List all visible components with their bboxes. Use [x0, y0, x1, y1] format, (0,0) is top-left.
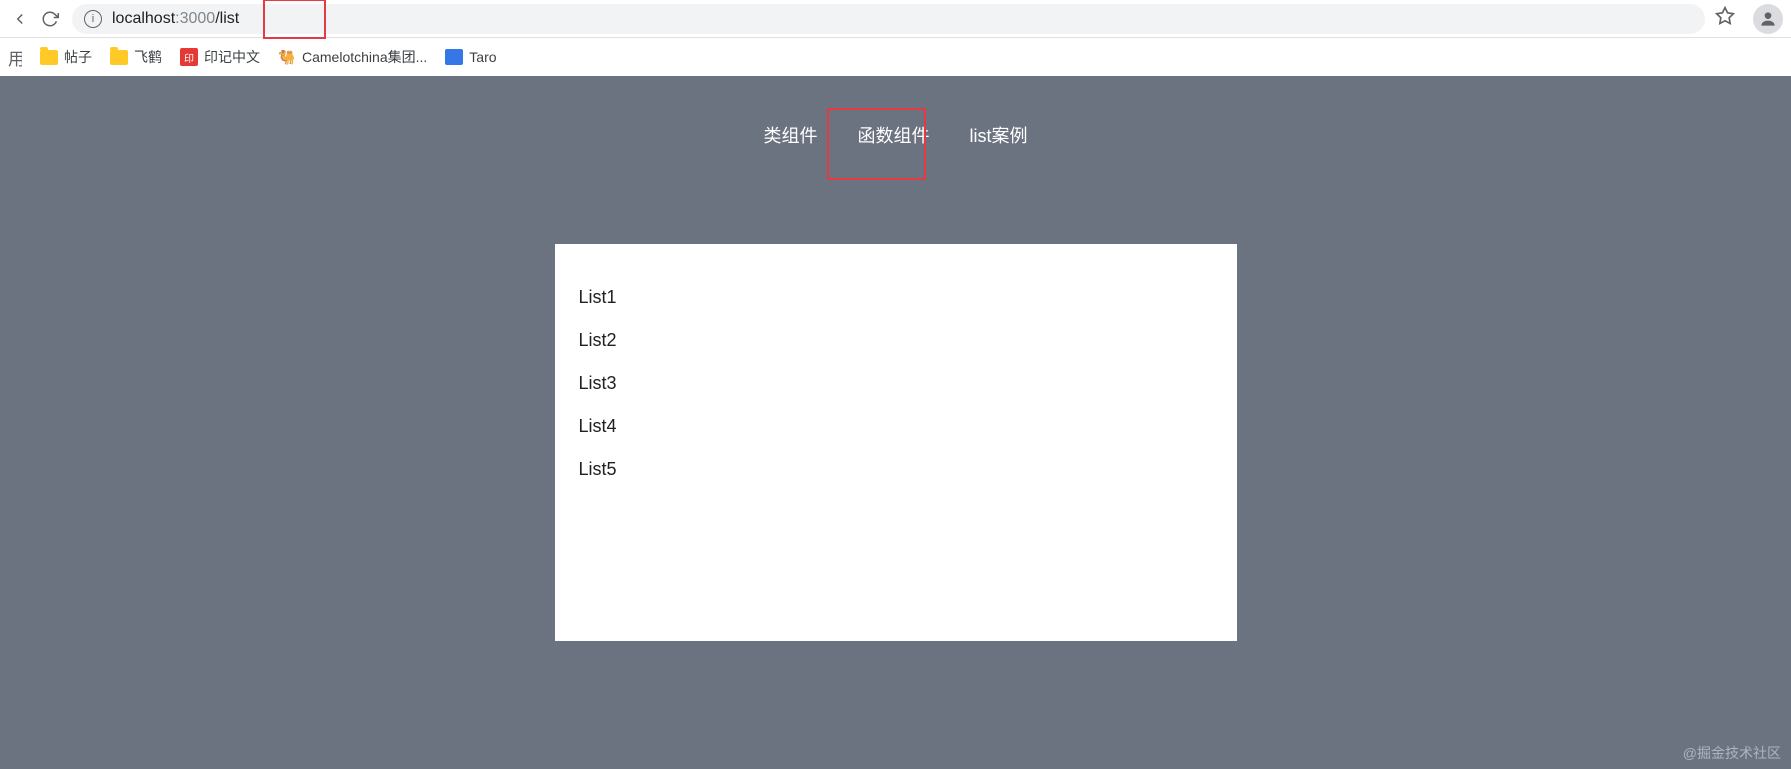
list-item: List3: [579, 362, 1213, 405]
watermark: @掘金技术社区: [1683, 743, 1781, 763]
bookmark-item[interactable]: 飞鹤: [110, 47, 162, 67]
bookmark-label: 帖子: [64, 47, 92, 67]
list-item: List5: [579, 448, 1213, 491]
back-button[interactable]: [8, 7, 32, 31]
bookmark-item[interactable]: 帖子: [40, 47, 92, 67]
bookmark-label: Camelotchina集团...: [302, 47, 427, 67]
list-item: List4: [579, 405, 1213, 448]
nav-tab-class-component[interactable]: 类组件: [760, 112, 822, 158]
bookmarks-bar: 用 帖子 飞鹤 印 印记中文 🐫 Camelotchina集团... Taro: [0, 38, 1791, 76]
browser-toolbar: i localhost:3000/list: [0, 0, 1791, 38]
list-item: List1: [579, 276, 1213, 319]
bookmark-star-icon[interactable]: [1715, 6, 1735, 31]
list-item: List2: [579, 319, 1213, 362]
nav-tabs: 类组件 函数组件 list案例: [0, 76, 1791, 158]
site-icon: 印: [180, 48, 198, 66]
site-icon: 🐫: [278, 48, 296, 66]
bookmark-label: 飞鹤: [134, 47, 162, 67]
bookmark-label: 印记中文: [204, 47, 260, 67]
reload-button[interactable]: [38, 7, 62, 31]
nav-tab-list-example[interactable]: list案例: [966, 112, 1032, 158]
folder-icon: [110, 50, 128, 65]
site-info-icon[interactable]: i: [84, 10, 102, 28]
profile-avatar-icon[interactable]: [1753, 4, 1783, 34]
site-icon: [445, 49, 463, 65]
bookmark-item[interactable]: 印 印记中文: [180, 47, 260, 67]
bookmark-label: Taro: [469, 49, 496, 65]
url-highlight-annotation: [263, 0, 326, 39]
page-content: 类组件 函数组件 list案例 List1 List2 List3 List4 …: [0, 76, 1791, 769]
content-panel: List1 List2 List3 List4 List5: [555, 244, 1237, 641]
folder-icon: [40, 50, 58, 65]
bookmark-item[interactable]: Taro: [445, 49, 496, 65]
url-text: localhost:3000/list: [112, 10, 239, 28]
apps-shortcut[interactable]: 用: [8, 45, 22, 70]
bookmark-item[interactable]: 🐫 Camelotchina集团...: [278, 47, 427, 67]
address-bar[interactable]: i localhost:3000/list: [72, 4, 1705, 34]
nav-tab-function-component[interactable]: 函数组件: [854, 112, 934, 158]
